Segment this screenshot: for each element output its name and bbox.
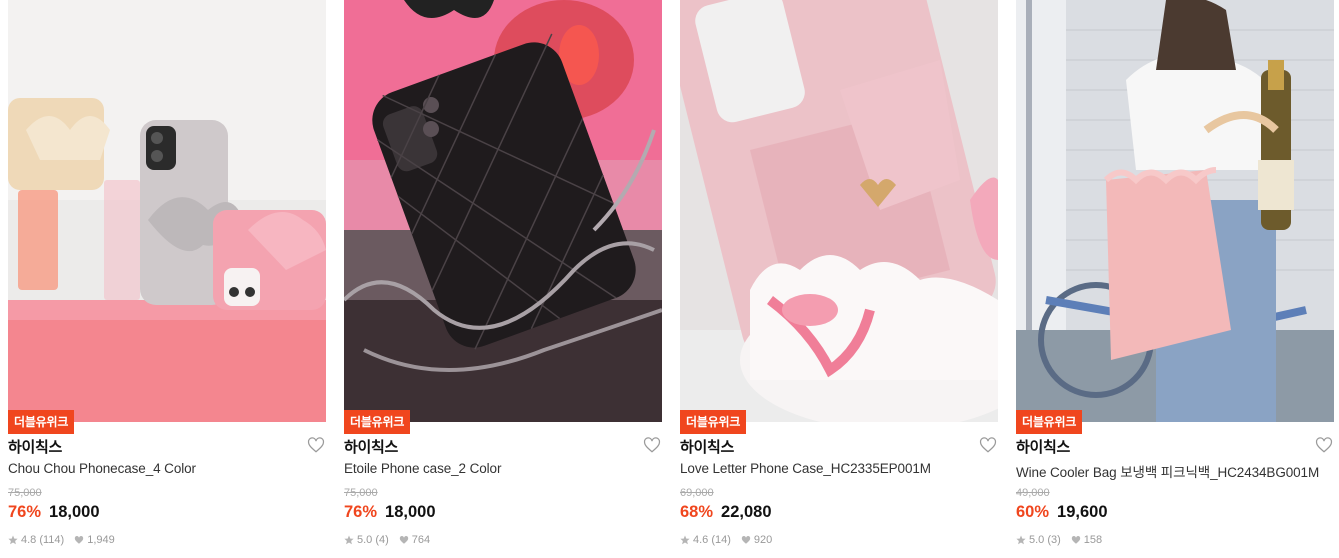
product-meta: 4.6 (14) 920 bbox=[680, 534, 772, 546]
like-count: 158 bbox=[1083, 534, 1103, 546]
product-name[interactable]: Love Letter Phone Case_HC2335EP001M bbox=[680, 461, 931, 476]
product-photo-pink-phonecases bbox=[8, 0, 326, 422]
brand-name[interactable]: 하이칙스 bbox=[680, 436, 734, 457]
product-image[interactable] bbox=[680, 0, 998, 422]
product-photo-wine-cooler-bag bbox=[1016, 0, 1334, 422]
star-icon bbox=[344, 535, 354, 545]
like-count: 764 bbox=[411, 534, 431, 546]
product-card[interactable]: 더블유위크 하이칙스 Love Letter Phone Case_HC2335… bbox=[680, 0, 998, 558]
star-icon bbox=[680, 535, 690, 545]
product-card[interactable]: 더블유위크 하이칙스 Etoile Phone case_2 Color 75,… bbox=[344, 0, 662, 558]
product-card[interactable]: 더블유위크 하이칙스 Wine Cooler Bag 보냉백 피크닉백_HC24… bbox=[1016, 0, 1334, 558]
discount-rate: 68% bbox=[680, 503, 714, 521]
brand-name[interactable]: 하이칙스 bbox=[8, 436, 62, 457]
price-row: 60% 19,600 bbox=[1016, 503, 1108, 525]
event-badge: 더블유위크 bbox=[344, 410, 411, 434]
product-photo-black-quilted-case bbox=[344, 0, 662, 422]
brand-name[interactable]: 하이칙스 bbox=[1016, 436, 1070, 457]
wishlist-heart-icon[interactable] bbox=[307, 436, 325, 454]
wishlist-heart-icon[interactable] bbox=[643, 436, 661, 454]
original-price: 69,000 bbox=[680, 487, 714, 499]
rating-text: 4.8 (114) bbox=[21, 534, 65, 546]
product-photo-love-letter-case bbox=[680, 0, 998, 422]
heart-filled-icon bbox=[399, 535, 409, 545]
rating-text: 5.0 (4) bbox=[357, 534, 389, 546]
sale-price: 18,000 bbox=[49, 503, 100, 521]
product-meta: 4.8 (114) 1,949 bbox=[8, 534, 115, 546]
original-price: 75,000 bbox=[344, 487, 378, 499]
discount-rate: 76% bbox=[344, 503, 378, 521]
product-image[interactable] bbox=[1016, 0, 1334, 422]
product-name[interactable]: Etoile Phone case_2 Color bbox=[344, 461, 501, 476]
event-badge: 더블유위크 bbox=[1016, 410, 1083, 434]
product-image[interactable] bbox=[344, 0, 662, 422]
product-name[interactable]: Chou Chou Phonecase_4 Color bbox=[8, 461, 196, 476]
sale-price: 18,000 bbox=[385, 503, 436, 521]
original-price: 75,000 bbox=[8, 487, 42, 499]
product-image[interactable] bbox=[8, 0, 326, 422]
like-count: 1,949 bbox=[87, 534, 115, 546]
sale-price: 22,080 bbox=[721, 503, 772, 521]
original-price: 49,000 bbox=[1016, 487, 1050, 499]
like-count: 920 bbox=[753, 534, 773, 546]
event-badge: 더블유위크 bbox=[680, 410, 747, 434]
event-badge: 더블유위크 bbox=[8, 410, 75, 434]
product-card[interactable]: 더블유위크 하이칙스 Chou Chou Phonecase_4 Color 7… bbox=[8, 0, 326, 558]
price-row: 76% 18,000 bbox=[8, 503, 100, 525]
wishlist-heart-icon[interactable] bbox=[1315, 436, 1333, 454]
heart-filled-icon bbox=[741, 535, 751, 545]
sale-price: 19,600 bbox=[1057, 503, 1108, 521]
price-row: 68% 22,080 bbox=[680, 503, 772, 525]
brand-name[interactable]: 하이칙스 bbox=[344, 436, 398, 457]
product-meta: 5.0 (3) 158 bbox=[1016, 534, 1102, 546]
heart-filled-icon bbox=[1071, 535, 1081, 545]
rating-text: 4.6 (14) bbox=[693, 534, 731, 546]
product-meta: 5.0 (4) 764 bbox=[344, 534, 430, 546]
star-icon bbox=[1016, 535, 1026, 545]
rating-text: 5.0 (3) bbox=[1029, 534, 1061, 546]
product-grid: 더블유위크 하이칙스 Chou Chou Phonecase_4 Color 7… bbox=[0, 0, 1339, 558]
wishlist-heart-icon[interactable] bbox=[979, 436, 997, 454]
discount-rate: 60% bbox=[1016, 503, 1050, 521]
product-name[interactable]: Wine Cooler Bag 보냉백 피크닉백_HC2434BG001M bbox=[1016, 461, 1319, 481]
price-row: 76% 18,000 bbox=[344, 503, 436, 525]
discount-rate: 76% bbox=[8, 503, 42, 521]
heart-filled-icon bbox=[74, 535, 84, 545]
star-icon bbox=[8, 535, 18, 545]
